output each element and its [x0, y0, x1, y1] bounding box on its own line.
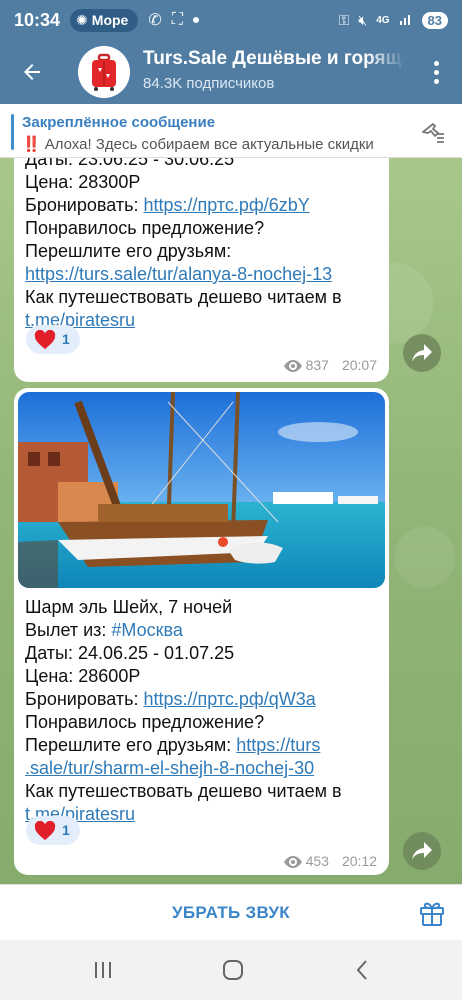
app-pill[interactable]: ✺ Море: [70, 8, 139, 32]
notification-dot: [192, 17, 199, 23]
suitcase-logo: [92, 53, 116, 91]
message-time: 20:07: [341, 357, 377, 373]
screenshot-icon: ⛶: [171, 11, 183, 28]
message-meta: 837 20:07: [283, 354, 377, 377]
bottom-action-bar: УБРАТЬ ЗВУК: [0, 884, 462, 940]
tour-link-part2[interactable]: .sale/tur/sharm-el-shejh-8-nochej-30: [25, 758, 314, 778]
clock: 10:34: [14, 9, 61, 30]
chat-area[interactable]: Даты: 23.06.25 - 30.06.25 Цена: 28300Р Б…: [0, 158, 462, 884]
more-vert-icon: [433, 60, 439, 66]
heart-icon: [34, 329, 56, 349]
app-pill-label: Море: [91, 12, 129, 28]
network-label: 4G: [376, 14, 390, 26]
message-price: Цена: 28600Р: [25, 666, 141, 686]
back-nav-button[interactable]: [342, 958, 382, 982]
booking-link[interactable]: https://пртс.рф/qW3a: [143, 689, 315, 709]
channel-avatar[interactable]: [78, 46, 130, 98]
message-share-label: Перешлите его друзьям:: [25, 241, 232, 261]
gift-button[interactable]: [418, 899, 446, 927]
mute-status-icon: 🔇︎: [358, 11, 368, 28]
message-price: Цена: 28300Р: [25, 172, 141, 192]
back-button[interactable]: [14, 54, 50, 90]
harbor-photo: [18, 392, 385, 588]
reaction-chip[interactable]: 1: [26, 816, 80, 845]
home-button[interactable]: [213, 958, 253, 982]
double-exclamation-icon: ‼️: [22, 136, 41, 153]
tour-photo[interactable]: [18, 392, 385, 588]
message-dates: Даты: 23.06.25 - 30.06.25: [25, 158, 235, 169]
back-icon: [356, 960, 367, 980]
tour-link[interactable]: https://turs.sale/tur/alanya-8-nochej-13: [25, 264, 332, 284]
tour-link-part1[interactable]: https://turs: [236, 735, 320, 755]
reaction-count: 1: [62, 822, 70, 838]
more-menu-button[interactable]: [424, 54, 448, 90]
channel-header: Turs.Sale Дешёвые и горящие туры 84.3K п…: [0, 40, 462, 104]
reaction-chip[interactable]: 1: [26, 325, 80, 354]
view-count: 453: [305, 853, 329, 869]
message-bubble[interactable]: Шарм эль Шейх, 7 ночей Вылет из: #Москва…: [14, 388, 389, 875]
recents-icon: [95, 962, 111, 978]
recents-button[interactable]: [83, 958, 123, 982]
city-hashtag[interactable]: #Москва: [111, 620, 182, 640]
forward-button[interactable]: [403, 334, 441, 372]
system-nav-bar: [0, 940, 462, 1000]
subscriber-count: 84.3K подписчиков: [143, 75, 275, 92]
phone-icon: ✆: [148, 12, 162, 29]
pinned-message[interactable]: Закреплённое сообщение ‼️ Алоха! Здесь со…: [0, 104, 462, 158]
sparkle-icon: ✺: [76, 11, 88, 28]
key-icon: ⚿: [338, 11, 350, 28]
reaction-count: 1: [62, 331, 70, 347]
message-time: 20:12: [341, 853, 377, 869]
message-title: Шарм эль Шейх, 7 ночей: [25, 597, 233, 617]
message-meta: 453 20:12: [283, 850, 377, 873]
message-how-label: Как путешествовать дешево читаем в: [25, 287, 342, 307]
forward-button[interactable]: [403, 832, 441, 870]
unpin-button[interactable]: [418, 118, 448, 146]
message-question: Понравилось предложение?: [25, 218, 265, 238]
eye-icon: [283, 855, 302, 868]
view-count: 837: [305, 357, 329, 373]
channel-title[interactable]: Turs.Sale Дешёвые и горящие туры: [143, 48, 405, 70]
share-icon: [412, 344, 432, 362]
eye-icon: [283, 359, 302, 372]
pinned-indicator: [11, 114, 14, 150]
message-bubble[interactable]: Даты: 23.06.25 - 30.06.25 Цена: 28300Р Б…: [14, 158, 389, 382]
heart-icon: [34, 820, 56, 840]
home-icon: [223, 960, 243, 980]
pinned-title: Закреплённое сообщение: [22, 114, 216, 131]
back-arrow-icon: [24, 64, 40, 80]
share-icon: [412, 842, 432, 860]
message-how-label: Как путешествовать дешево читаем в: [25, 781, 342, 801]
mute-button[interactable]: УБРАТЬ ЗВУК: [0, 885, 462, 941]
unpin-icon: [422, 123, 444, 143]
gift-icon: [420, 902, 444, 926]
booking-link[interactable]: https://пртс.рф/6zbY: [143, 195, 309, 215]
pinned-text: ‼️ Алоха! Здесь собираем все актуальные с…: [22, 135, 402, 153]
message-dates: Даты: 24.06.25 - 01.07.25: [25, 643, 235, 663]
signal-icon: [399, 12, 413, 29]
message-question: Понравилось предложение?: [25, 712, 265, 732]
battery-badge: 83: [421, 11, 448, 29]
status-bar: 10:34 ✺ Море ✆ ⛶ ⚿ 🔇︎ 4G 83: [0, 0, 462, 40]
pinned-preview: Алоха! Здесь собираем все актуальные ски…: [44, 136, 374, 153]
